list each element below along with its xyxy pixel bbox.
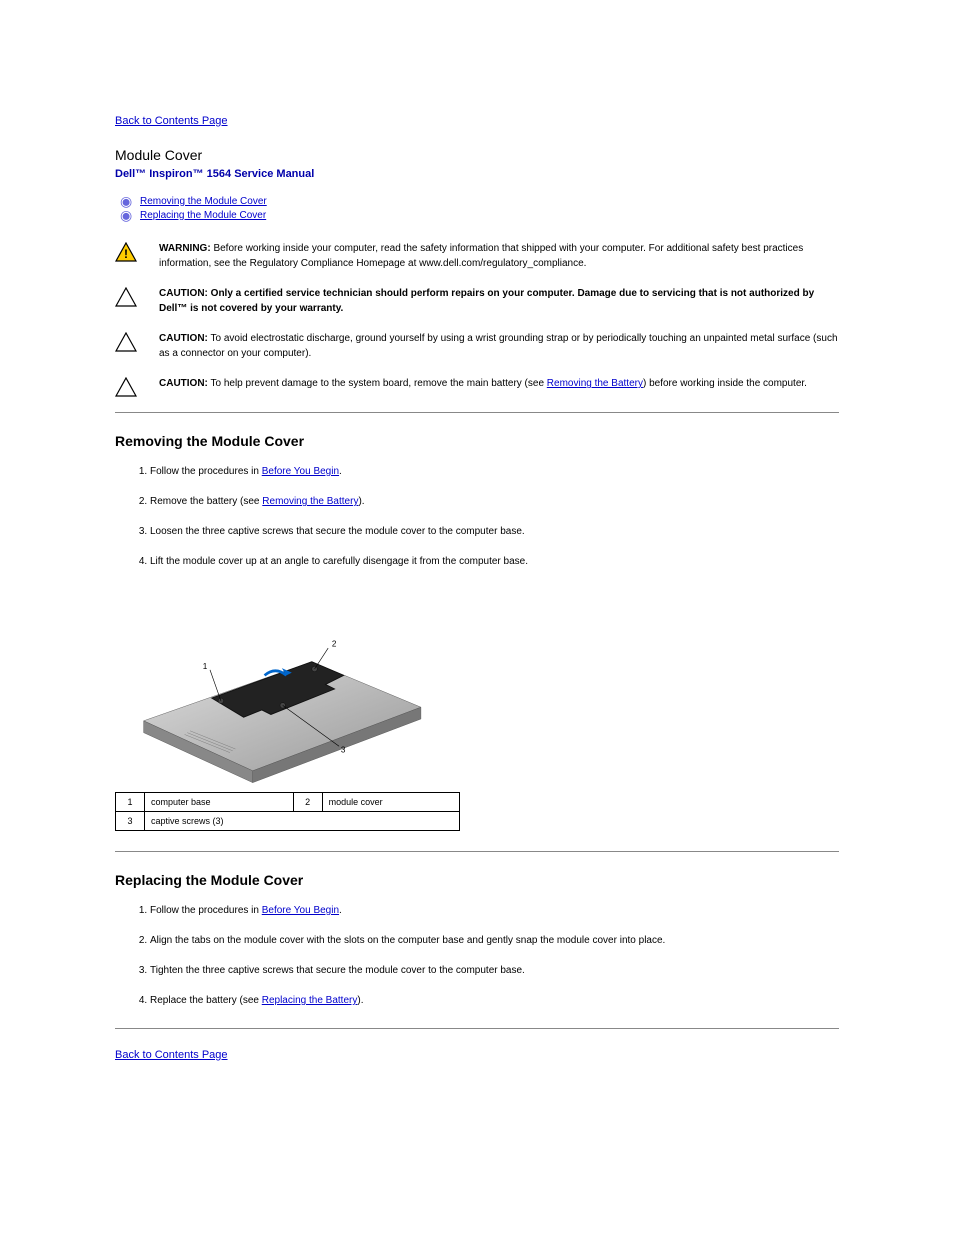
step-link[interactable]: Replacing the Battery <box>262 995 358 1006</box>
legend-num: 3 <box>116 812 145 831</box>
caution-icon <box>115 287 137 307</box>
step: Replace the battery (see Replacing the B… <box>150 993 839 1008</box>
steps-replace: Follow the procedures in Before You Begi… <box>115 903 839 1008</box>
caution-icon <box>115 332 137 352</box>
step-link[interactable]: Before You Begin <box>262 466 339 477</box>
page-title: Module Cover <box>115 147 839 163</box>
toc-list: ◉ Removing the Module Cover ◉ Replacing th… <box>115 195 839 221</box>
legend-label: captive screws (3) <box>145 812 460 831</box>
diagram-label-3: 3 <box>341 746 346 755</box>
legend-num: 2 <box>293 793 322 812</box>
separator <box>115 412 839 413</box>
table-row: 3 captive screws (3) <box>116 812 460 831</box>
separator <box>115 851 839 852</box>
section-heading-remove: Removing the Module Cover <box>115 433 839 449</box>
back-to-contents-link-top[interactable]: Back to Contents Page <box>115 115 839 127</box>
caution-link[interactable]: Removing the Battery <box>547 378 643 389</box>
step: Align the tabs on the module cover with … <box>150 933 839 948</box>
separator <box>115 1028 839 1029</box>
table-row: 1 computer base 2 module cover <box>116 793 460 812</box>
back-to-contents-link-bottom[interactable]: Back to Contents Page <box>115 1049 839 1061</box>
caution-text: CAUTION: To avoid electrostatic discharg… <box>159 331 839 361</box>
section-heading-replace: Replacing the Module Cover <box>115 872 839 888</box>
diagram: 1 2 3 1 computer base 2 module cover 3 c… <box>115 589 839 831</box>
caution-text: CAUTION: Only a certified service techni… <box>159 286 839 316</box>
laptop-diagram: 1 2 3 <box>115 589 445 789</box>
legend-label: computer base <box>145 793 294 812</box>
step-link[interactable]: Before You Begin <box>262 905 339 916</box>
step: Loosen the three captive screws that sec… <box>150 524 839 539</box>
step: Lift the module cover up at an angle to … <box>150 554 839 569</box>
bullet-icon: ◉ <box>120 209 132 221</box>
caution-panel: CAUTION: To avoid electrostatic discharg… <box>115 331 839 361</box>
diagram-label-1: 1 <box>203 662 208 671</box>
step: Follow the procedures in Before You Begi… <box>150 903 839 918</box>
step: Follow the procedures in Before You Begi… <box>150 464 839 479</box>
steps-remove: Follow the procedures in Before You Begi… <box>115 464 839 569</box>
caution-text: CAUTION: To help prevent damage to the s… <box>159 376 839 391</box>
step: Tighten the three captive screws that se… <box>150 963 839 978</box>
legend-num: 1 <box>116 793 145 812</box>
diagram-legend-table: 1 computer base 2 module cover 3 captive… <box>115 792 460 831</box>
step: Remove the battery (see Removing the Bat… <box>150 494 839 509</box>
warning-text: WARNING: Before working inside your comp… <box>159 241 839 271</box>
warning-panel: ! WARNING: Before working inside your co… <box>115 241 839 271</box>
step-link[interactable]: Removing the Battery <box>262 496 358 507</box>
caution-icon <box>115 377 137 397</box>
caution-panel: CAUTION: Only a certified service techni… <box>115 286 839 316</box>
bullet-icon: ◉ <box>120 195 132 207</box>
toc-link-remove[interactable]: Removing the Module Cover <box>140 196 267 207</box>
diagram-label-2: 2 <box>332 639 337 648</box>
toc-link-replace[interactable]: Replacing the Module Cover <box>140 210 266 221</box>
warning-icon: ! <box>115 242 137 262</box>
manual-name: Dell™ Inspiron™ 1564 Service Manual <box>115 168 839 180</box>
caution-panel: CAUTION: To help prevent damage to the s… <box>115 376 839 397</box>
svg-text:!: ! <box>124 247 128 261</box>
legend-label: module cover <box>322 793 459 812</box>
